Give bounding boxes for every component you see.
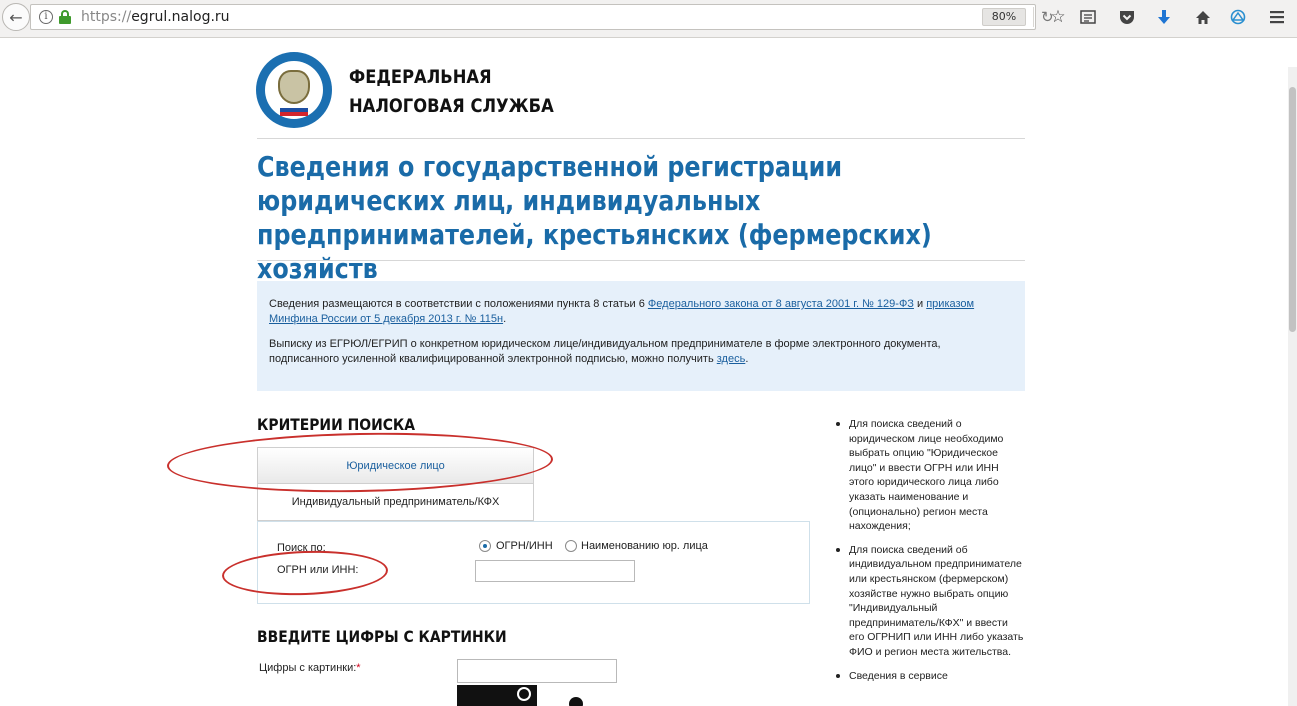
extract-here-link[interactable]: здесь	[717, 353, 746, 365]
tab-legal-entity[interactable]: Юридическое лицо	[257, 447, 534, 484]
help-item-legal: Для поиска сведений о юридическом лице н…	[835, 417, 1025, 534]
captcha-label: Цифры с картинки:*	[259, 662, 361, 674]
radio-ogrn-inn-label[interactable]: ОГРН/ИНН	[496, 540, 553, 552]
required-mark: *	[356, 662, 361, 674]
help-item-ip: Для поиска сведений об индивидуальном пр…	[835, 543, 1025, 660]
pocket-icon[interactable]	[1116, 6, 1138, 28]
menu-icon[interactable]	[1266, 6, 1288, 28]
captcha-input[interactable]	[457, 659, 617, 683]
page-scrollbar[interactable]	[1288, 67, 1297, 706]
tab-individual-entrepreneur[interactable]: Индивидуальный предприниматель/КФХ	[257, 484, 534, 521]
zoom-level-badge[interactable]: 80%	[982, 8, 1026, 26]
url-host: egrul.nalog.ru	[131, 9, 230, 25]
info-paragraph-2: Выписку из ЕГРЮЛ/ЕГРИП о конкретном юрид…	[269, 337, 1013, 367]
url-text[interactable]: https://egrul.nalog.ru	[81, 9, 230, 25]
info-p1-text: Сведения размещаются в соответствии с по…	[269, 298, 648, 310]
captcha-glyph-c	[569, 697, 583, 706]
scrollbar-thumb[interactable]	[1289, 87, 1296, 332]
help-sidebar: Для поиска сведений о юридическом лице н…	[835, 417, 1025, 692]
captcha-image	[457, 685, 617, 706]
eagle-emblem-icon	[278, 70, 310, 104]
info-p2-end: .	[745, 353, 749, 365]
url-separator	[1033, 7, 1034, 27]
ogrn-inn-label: ОГРН или ИНН:	[277, 564, 359, 576]
help-list: Для поиска сведений о юридическом лице н…	[835, 417, 1025, 683]
bookmark-star-icon[interactable]: ☆	[1047, 6, 1069, 28]
flag-stripe-red	[280, 112, 308, 116]
info-p1-mid: и	[913, 298, 927, 310]
downloads-icon[interactable]	[1153, 6, 1175, 28]
back-arrow-icon[interactable]: ←	[2, 3, 30, 31]
title-divider	[257, 260, 1025, 261]
radio-by-name[interactable]	[565, 540, 577, 552]
org-name[interactable]: ФЕДЕРАЛЬНАЯ НАЛОГОВАЯ СЛУЖБА	[349, 63, 554, 121]
org-name-line2: НАЛОГОВАЯ СЛУЖБА	[349, 95, 554, 117]
url-bar[interactable]: i https://egrul.nalog.ru 80% ↻	[30, 4, 1054, 30]
captcha-label-text: Цифры с картинки:	[259, 662, 357, 674]
sync-icon[interactable]	[1227, 6, 1249, 28]
captcha-glyph-a	[517, 687, 531, 701]
fns-logo[interactable]	[256, 52, 332, 128]
search-form: Поиск по: ОГРН/ИНН Наименованию юр. лица…	[257, 521, 810, 604]
radio-by-name-label[interactable]: Наименованию юр. лица	[581, 540, 708, 552]
radio-ogrn-inn[interactable]	[479, 540, 491, 552]
header-divider	[257, 138, 1025, 139]
captcha-heading: ВВЕДИТЕ ЦИФРЫ С КАРТИНКИ	[257, 627, 507, 646]
info-paragraph-1: Сведения размещаются в соответствии с по…	[269, 297, 1013, 327]
page-title: Сведения о государственной регистрации ю…	[257, 150, 932, 285]
help-item-service: Сведения в сервисе	[835, 669, 1025, 684]
federal-law-link[interactable]: Федерального закона от 8 августа 2001 г.…	[648, 298, 914, 310]
reading-list-icon[interactable]	[1077, 6, 1099, 28]
info-p1-end: .	[503, 313, 507, 325]
info-notice: Сведения размещаются в соответствии с по…	[257, 281, 1025, 391]
home-icon[interactable]	[1192, 6, 1214, 28]
search-criteria-heading: КРИТЕРИИ ПОИСКА	[257, 415, 416, 434]
info-p2-text: Выписку из ЕГРЮЛ/ЕГРИП о конкретном юрид…	[269, 338, 941, 365]
search-by-label: Поиск по:	[277, 542, 326, 554]
ogrn-inn-input[interactable]	[475, 560, 635, 582]
url-protocol: https://	[81, 9, 132, 25]
lock-icon[interactable]	[59, 10, 71, 24]
org-name-line1: ФЕДЕРАЛЬНАЯ	[349, 66, 492, 88]
site-info-icon[interactable]: i	[39, 10, 53, 24]
browser-toolbar: ← i https://egrul.nalog.ru 80% ↻ ☆	[0, 0, 1297, 38]
